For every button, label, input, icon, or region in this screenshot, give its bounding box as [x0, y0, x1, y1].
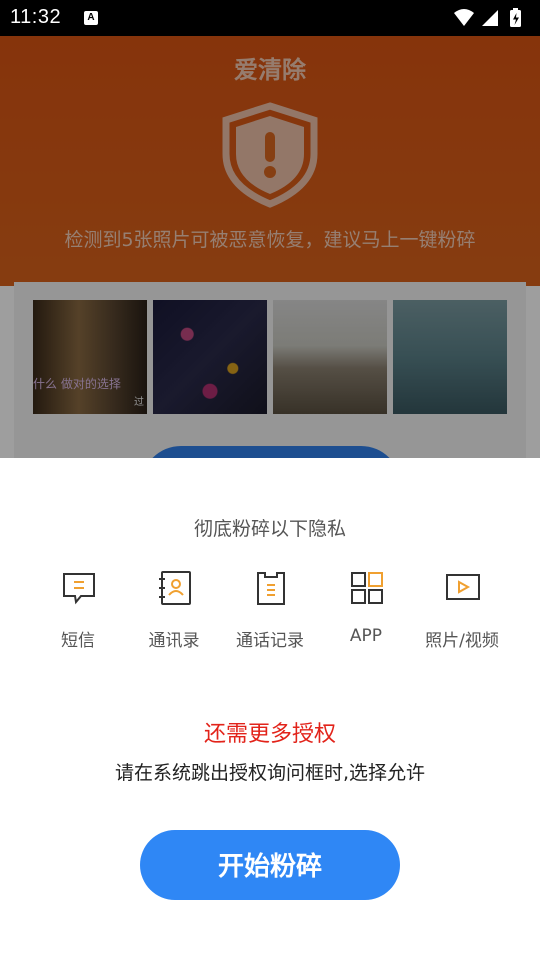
- start-shred-button[interactable]: 开始粉碎: [140, 830, 400, 900]
- status-bar: 11:32 A: [0, 0, 540, 36]
- perm-item-call-log: 通话记录: [220, 570, 320, 651]
- sheet-title: 彻底粉碎以下隐私: [193, 518, 346, 540]
- dim-overlay: [0, 36, 540, 458]
- battery-icon: [510, 8, 521, 27]
- perm-label: 照片/视频: [425, 631, 499, 651]
- perm-item-app: APP: [316, 570, 416, 650]
- notification-a-icon: A: [84, 11, 98, 25]
- video-icon: [446, 574, 480, 600]
- perm-label: 通话记录: [236, 631, 304, 651]
- apps-grid-icon: [351, 572, 383, 604]
- sms-icon: [63, 573, 95, 605]
- more-permission-title: 还需更多授权: [203, 722, 336, 747]
- bottom-sheet: 彻底粉碎以下隐私 短信 通讯录 通话记录 APP 照片/视频 还需更多授权 请在…: [0, 458, 540, 960]
- status-time: 11:32: [10, 6, 62, 28]
- call-log-icon: [257, 572, 285, 605]
- perm-label: 通讯录: [148, 631, 200, 651]
- perm-label: APP: [349, 626, 383, 646]
- wifi-icon: [454, 9, 474, 26]
- perm-item-photo-video: 照片/视频: [412, 570, 512, 651]
- status-icons: [454, 8, 521, 27]
- perm-item-sms: 短信: [28, 570, 128, 651]
- more-permission-desc: 请在系统跳出授权询问框时,选择允许: [114, 762, 426, 784]
- perm-label: 短信: [61, 631, 95, 651]
- contacts-icon: [159, 571, 191, 605]
- signal-icon: [482, 10, 498, 26]
- perm-item-contacts: 通讯录: [124, 570, 224, 651]
